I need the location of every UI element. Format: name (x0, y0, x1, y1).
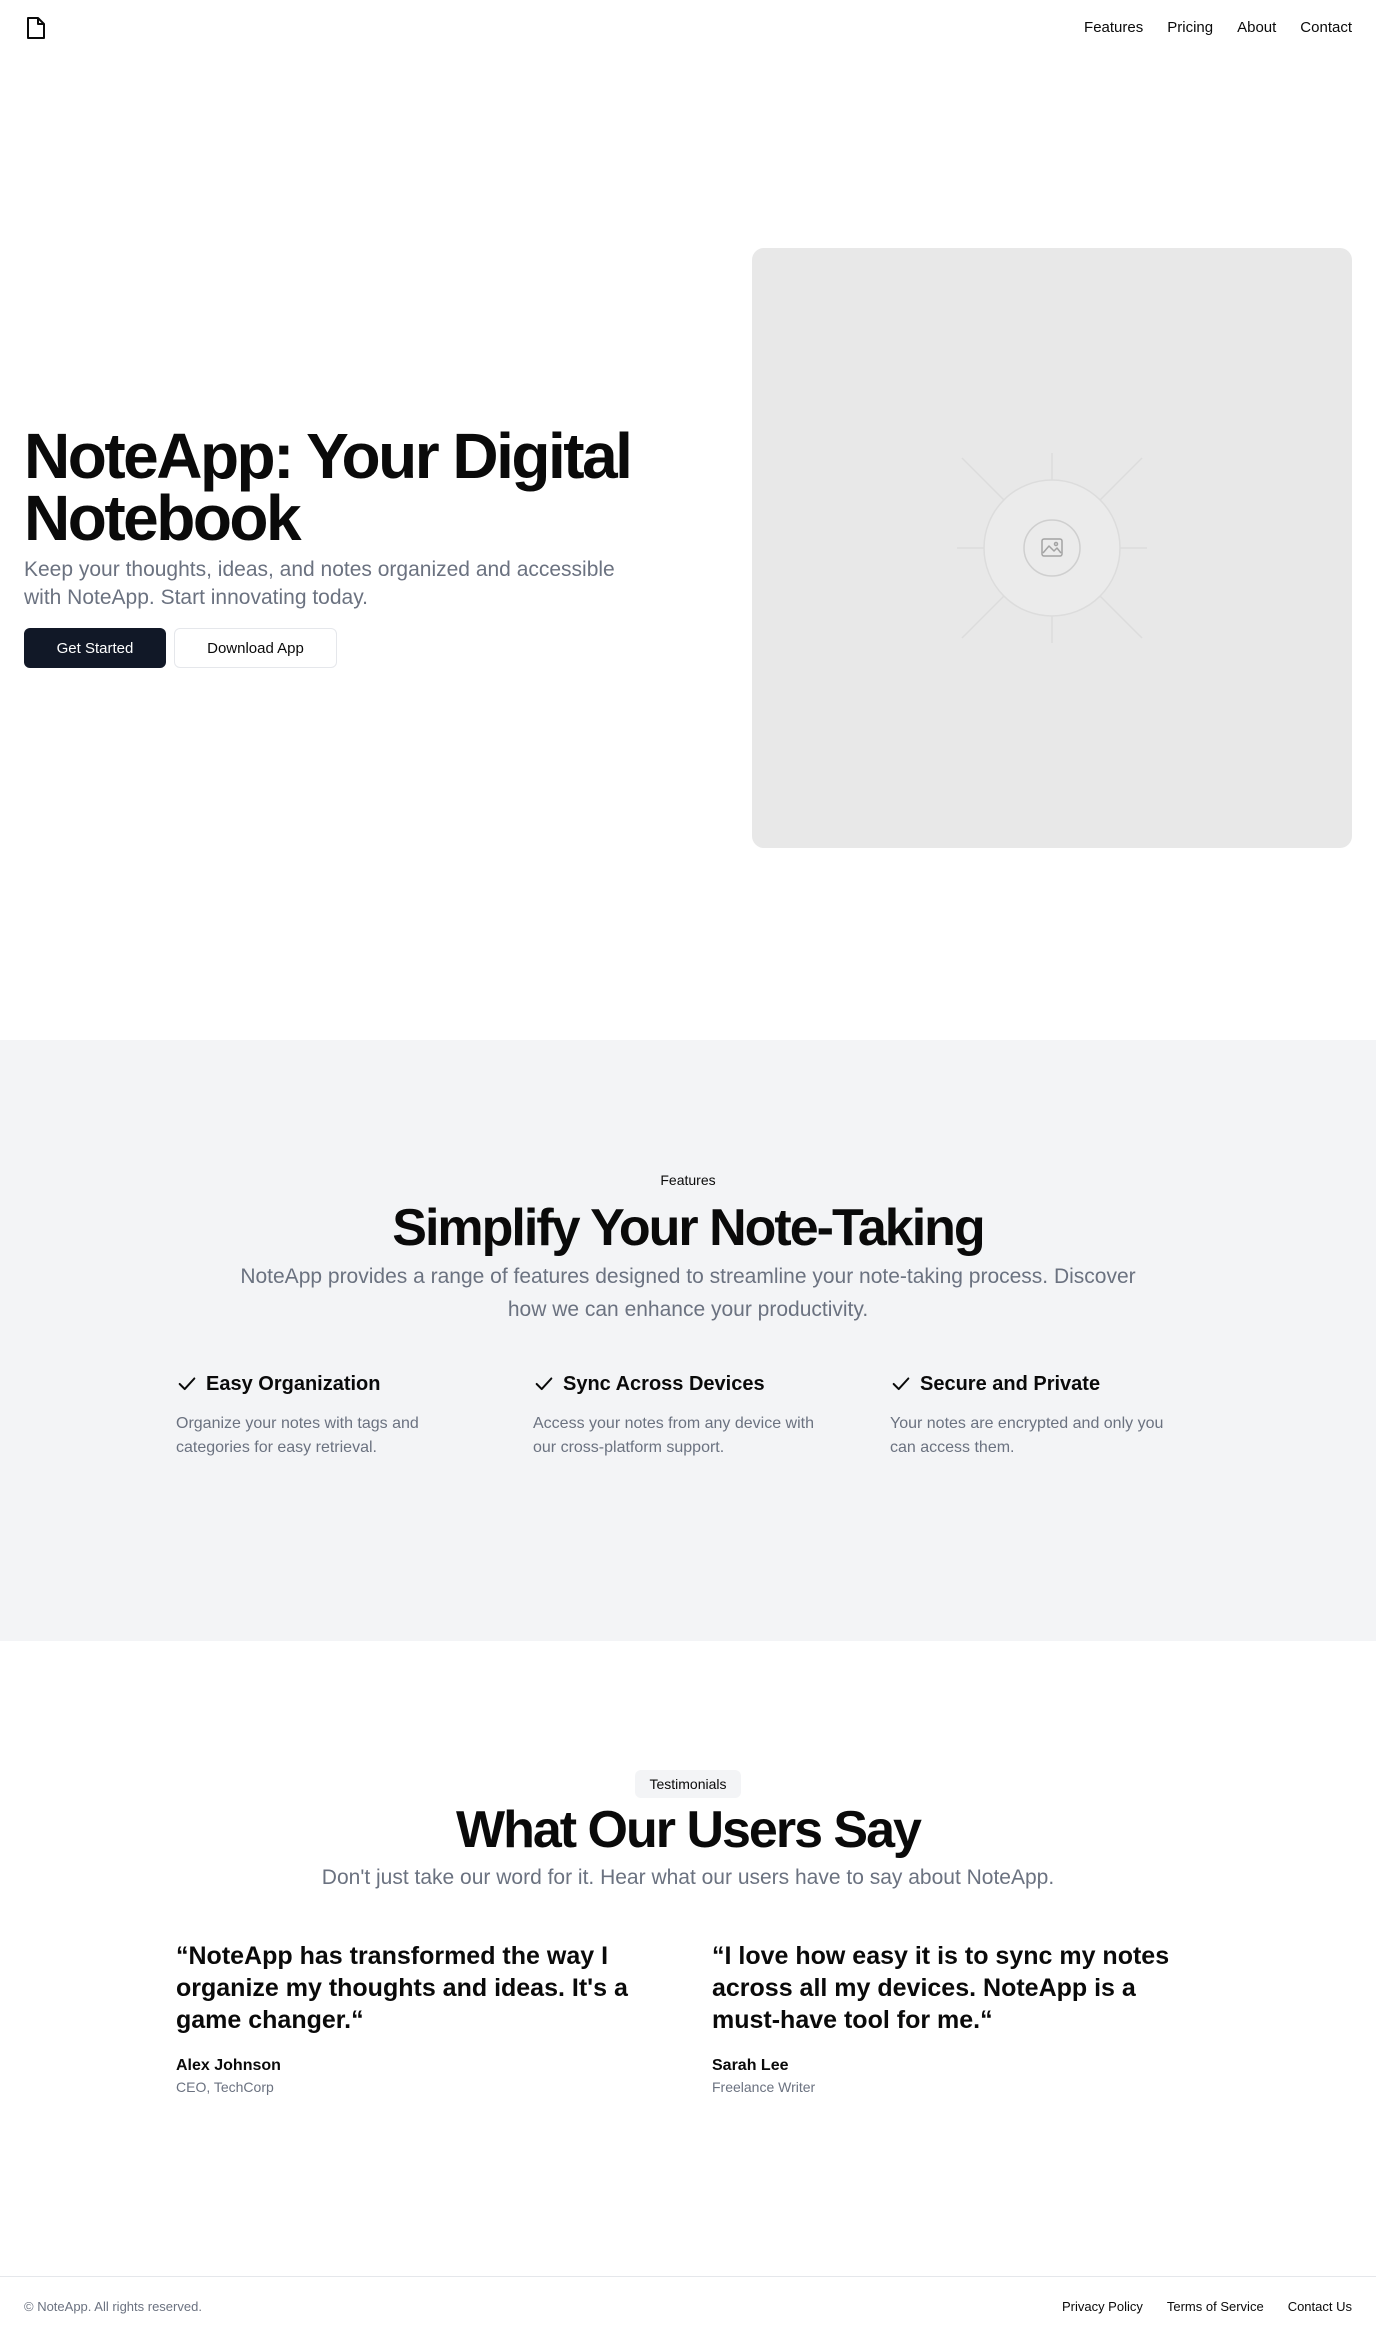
download-app-button[interactable]: Download App (174, 628, 337, 668)
feature-description: Your notes are encrypted and only you ca… (890, 1415, 1164, 1456)
feature-item: Easy Organization Organize your notes wi… (176, 1370, 466, 1460)
main-nav: Features Pricing About Contact (1084, 18, 1352, 38)
check-icon (892, 1377, 910, 1391)
feature-title: Secure and Private (920, 1373, 1101, 1395)
nav-link-features[interactable]: Features (1084, 18, 1143, 38)
hero-description: Keep your thoughts, ideas, and notes org… (24, 558, 615, 609)
features-eyebrow: Features (660, 1172, 716, 1188)
testimonial-author: Sarah Lee (712, 2057, 789, 2074)
testimonial-quote: “I love how easy it is to sync my notes … (712, 1942, 1170, 2034)
nav-link-contact[interactable]: Contact (1300, 18, 1352, 38)
feature-title: Sync Across Devices (563, 1373, 765, 1395)
testimonial-quote: “NoteApp has transformed the way I organ… (176, 1942, 628, 2034)
hero-title: NoteApp: Your Digital Notebook (24, 420, 633, 554)
testimonial-author: Alex Johnson (176, 2057, 281, 2074)
feature-item: Sync Across Devices Access your notes fr… (533, 1370, 823, 1460)
nav-link-pricing[interactable]: Pricing (1167, 18, 1213, 38)
contact-us-link[interactable]: Contact Us (1288, 2299, 1352, 2314)
testimonial-card: “NoteApp has transformed the way I organ… (176, 1940, 666, 2096)
site-footer: © NoteApp. All rights reserved. Privacy … (0, 2276, 1376, 2339)
feature-description: Access your notes from any device with o… (533, 1415, 815, 1456)
privacy-policy-link[interactable]: Privacy Policy (1062, 2299, 1143, 2314)
get-started-button[interactable]: Get Started (24, 628, 166, 668)
nav-link-about[interactable]: About (1237, 18, 1276, 38)
check-icon (535, 1377, 553, 1391)
features-title: Simplify Your Note-Taking (392, 1199, 985, 1257)
testimonial-role: Freelance Writer (712, 2079, 816, 2095)
feature-description: Organize your notes with tags and catego… (176, 1415, 419, 1456)
file-icon[interactable] (24, 16, 48, 40)
hero-image-placeholder (752, 248, 1352, 848)
testimonial-card: “I love how easy it is to sync my notes … (712, 1940, 1202, 2096)
testimonials-badge: Testimonials (635, 1770, 741, 1798)
testimonials-description: Don't just take our word for it. Hear wh… (321, 1866, 1055, 1889)
features-description: NoteApp provides a range of features des… (240, 1265, 1136, 1321)
check-icon (178, 1377, 196, 1391)
feature-title: Easy Organization (206, 1373, 381, 1395)
site-header: Features Pricing About Contact (0, 0, 1376, 56)
testimonials-title: What Our Users Say (456, 1801, 922, 1859)
footer-links: Privacy Policy Terms of Service Contact … (1062, 2299, 1352, 2314)
image-placeholder-icon (957, 453, 1147, 643)
copyright-text: © NoteApp. All rights reserved. (24, 2299, 202, 2314)
testimonial-role: CEO, TechCorp (176, 2079, 274, 2095)
feature-item: Secure and Private Your notes are encryp… (890, 1370, 1180, 1460)
terms-of-service-link[interactable]: Terms of Service (1167, 2299, 1264, 2314)
hero-button-group: Get Started Download App (24, 628, 337, 668)
features-section: Features Simplify Your Note-Taking NoteA… (0, 1040, 1376, 1641)
